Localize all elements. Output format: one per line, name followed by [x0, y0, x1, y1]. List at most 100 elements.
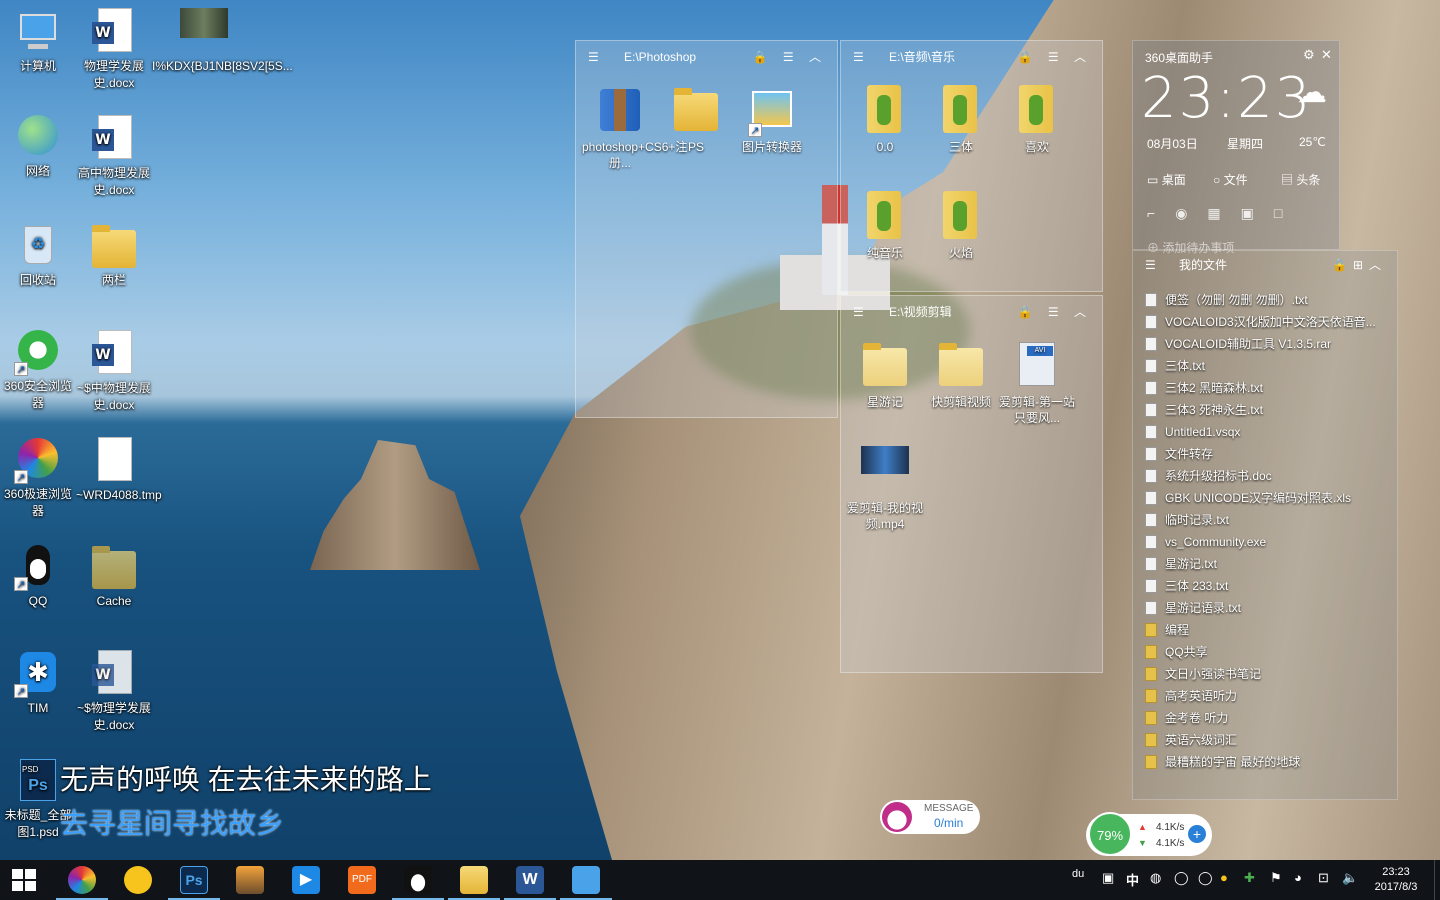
fence-item[interactable]: 纯音乐 [847, 191, 923, 261]
note-icon[interactable]: ▦ [1207, 205, 1240, 221]
file-list-item[interactable]: vs_Community.exe [1133, 531, 1397, 553]
assistant-tab-desktop[interactable]: ▭ 桌面 [1147, 171, 1186, 188]
taskbar-video-editor[interactable]: ▶ [280, 860, 332, 900]
tray-app-icon[interactable]: ▣ [1102, 870, 1114, 886]
fence-item[interactable]: 爱剪辑-我的视频.mp4 [847, 446, 923, 532]
taskbar-tim[interactable] [560, 860, 612, 900]
file-list-item[interactable]: 便签（勿删 勿删 勿删）.txt [1133, 289, 1397, 311]
assistant-tab-files[interactable]: ○ 文件 [1213, 171, 1248, 188]
desktop-icon-word-doc[interactable]: W ~$中物理发展史.docx [76, 330, 152, 414]
assistant-tab-news[interactable]: ▤ 头条 [1281, 171, 1320, 188]
file-list-item[interactable]: VOCALOID3汉化版加中文洛天依语音... [1133, 311, 1397, 333]
file-list-item[interactable]: 临时记录.txt [1133, 509, 1397, 531]
file-list-item[interactable]: QQ共享 [1133, 641, 1397, 663]
desktop-icon-word-doc[interactable]: W ~$物理学发展史.docx [76, 650, 152, 734]
file-list-item[interactable]: 金考卷 听力 [1133, 707, 1397, 729]
fence-photoshop[interactable]: ☰ E:\Photoshop 🔒 ☰ ︿ photoshop+CS6+注册...… [575, 40, 838, 418]
fence-video[interactable]: ☰ E:\视频剪辑 🔒 ☰ ︿ 星游记 快剪辑视频 AVI 爱剪辑-第一站 只要风… [840, 295, 1103, 673]
file-list-item[interactable]: 三体.txt [1133, 355, 1397, 377]
desktop-icon-word-doc[interactable]: W 物理学发展史.docx [76, 8, 152, 92]
desktop-icon-qq[interactable]: ↗ QQ [0, 543, 76, 610]
fence-tools[interactable]: 🔒 ☰ ︿ [1018, 41, 1092, 73]
file-list-item[interactable]: 三体3 死神永生.txt [1133, 399, 1397, 421]
show-desktop-button[interactable] [1434, 860, 1440, 900]
360-desktop-assistant[interactable]: 360桌面助手 ⚙ ✕ 23:23 ☁ 08月03日 星期四 25℃ ▭ 桌面 … [1132, 40, 1340, 255]
taskbar-qq[interactable] [392, 860, 444, 900]
desktop-icon-folder[interactable]: 两栏 [76, 222, 152, 289]
360-tray-icon[interactable]: ✚ [1244, 870, 1255, 886]
taskbar-kugou[interactable] [112, 860, 164, 900]
qq-tray-icon[interactable]: ◕ [1294, 870, 1302, 885]
taskbar-app[interactable] [224, 860, 276, 900]
menu-icon[interactable]: ☰ [1145, 251, 1156, 279]
fence-item[interactable]: 0.0 [847, 85, 923, 155]
taskbar-clock[interactable]: 23:23 2017/8/3 [1368, 865, 1424, 895]
close-icon[interactable]: ✕ [1321, 47, 1332, 63]
desktop-icon-tmp-file[interactable]: ~WRD4088.tmp [76, 437, 162, 504]
fence-item[interactable]: 快剪辑视频 [923, 340, 999, 410]
desktop-icon-360-browser[interactable]: ↗ 360安全浏览器 [0, 328, 76, 412]
volume-icon[interactable]: 🔈 [1342, 870, 1358, 886]
file-list-item[interactable]: 文件转存 [1133, 443, 1397, 465]
file-list-item[interactable]: 英语六级词汇 [1133, 729, 1397, 751]
desktop-icon-computer[interactable]: 计算机 [0, 8, 76, 75]
fence-header[interactable]: ☰ E:\视频剪辑 🔒 ☰ ︿ [841, 296, 1102, 328]
desktop-icon-folder[interactable]: Cache [76, 543, 152, 610]
taskbar-file-explorer[interactable] [448, 860, 500, 900]
desktop-icon-network[interactable]: 网络 [0, 113, 76, 180]
fence-item[interactable]: ↗ 图片转换器 [734, 85, 810, 155]
wechat-icon[interactable]: ◍ [1150, 870, 1161, 886]
fence-item[interactable]: photoshop+CS6+注册... [582, 85, 687, 171]
fence-tools[interactable]: 🔒 ☰ ︿ [1018, 296, 1092, 328]
file-list-item[interactable]: 最糟糕的宇宙 最好的地球 [1133, 751, 1397, 773]
file-list-item[interactable]: 系统升级招标书.doc [1133, 465, 1397, 487]
eye-icon[interactable]: ◉ [1175, 205, 1207, 221]
file-list-item[interactable]: 文日小强读书笔记 [1133, 663, 1397, 685]
desktop-icon-word-doc[interactable]: W 高中物理发展史.docx [76, 115, 152, 199]
menu-icon[interactable]: ☰ [853, 296, 864, 328]
file-list-item[interactable]: 三体2 黑暗森林.txt [1133, 377, 1397, 399]
my-files-panel[interactable]: ☰ 我的文件 🔒⊞︿ 便签（勿删 勿删 勿删）.txt VOCALOID3汉化版加… [1132, 250, 1398, 800]
crop-icon[interactable]: ⌐ [1147, 205, 1175, 221]
file-list-item[interactable]: 星游记.txt [1133, 553, 1397, 575]
plus-icon[interactable]: + [1188, 825, 1206, 843]
tray-ring-icon[interactable]: ◯ [1174, 870, 1189, 886]
desktop-icon-360-speed-browser[interactable]: ↗ 360极速浏览器 [0, 436, 76, 520]
file-list-item[interactable]: 星游记语录.txt [1133, 597, 1397, 619]
kugou-tray-icon[interactable]: ● [1220, 870, 1228, 885]
taskbar-word[interactable]: W [504, 860, 556, 900]
settings-gear-icon[interactable]: ⚙ [1303, 47, 1315, 63]
my-files-header[interactable]: ☰ 我的文件 🔒⊞︿ [1133, 251, 1397, 279]
network-speed-widget[interactable]: 79% ▲ 4.1K/s ▼ 4.1K/s + [1086, 812, 1212, 856]
menu-icon[interactable]: ☰ [853, 41, 864, 73]
file-list-item[interactable]: VOCALOID辅助工具 V1.3.5.rar [1133, 333, 1397, 355]
fence-header[interactable]: ☰ E:\音频\音乐 🔒 ☰ ︿ [841, 41, 1102, 73]
file-list-item[interactable]: 高考英语听力 [1133, 685, 1397, 707]
message-widget[interactable]: MESSAGE 0/min [880, 800, 980, 834]
tray-ring-icon[interactable]: ◯ [1198, 870, 1213, 886]
fence-item[interactable]: PS [658, 85, 734, 155]
taskbar-360-speed-browser[interactable] [56, 860, 108, 900]
fence-item[interactable]: 三体 [923, 85, 999, 155]
fence-header[interactable]: ☰ E:\Photoshop 🔒 ☰ ︿ [576, 41, 837, 73]
fence-item[interactable]: 星游记 [847, 340, 923, 410]
baidu-icon[interactable]: du [1072, 868, 1084, 880]
taskbar-photoshop[interactable]: Ps [168, 860, 220, 900]
desktop-icon-image[interactable]: I%KDX{BJ1NB[8SV2[5S... [152, 8, 293, 75]
fence-item[interactable]: 火焰 [923, 191, 999, 261]
ime-indicator[interactable]: 中 [1126, 870, 1139, 889]
flag-icon[interactable]: ⚑ [1270, 870, 1282, 886]
menu-icon[interactable]: ☰ [588, 41, 599, 73]
taskbar-pdf[interactable]: PDF [336, 860, 388, 900]
start-button[interactable] [0, 860, 52, 900]
desktop-lyrics[interactable]: 无声的呼唤 在去往未来的路上 去寻星间寻找故乡 [60, 758, 432, 846]
my-files-tools[interactable]: 🔒⊞︿ [1332, 251, 1387, 279]
desktop-icon-recycle-bin[interactable]: ♻ 回收站 [0, 222, 76, 289]
file-list-item[interactable]: 编程 [1133, 619, 1397, 641]
fence-music[interactable]: ☰ E:\音频\音乐 🔒 ☰ ︿ 0.0 三体 喜欢 纯音乐 火焰 [840, 40, 1103, 292]
file-list-item[interactable]: GBK UNICODE汉字编码对照表.xls [1133, 487, 1397, 509]
clipboard-icon[interactable]: ▣ [1241, 205, 1274, 221]
network-icon[interactable]: ⊡ [1318, 870, 1329, 886]
file-list-item[interactable]: Untitled1.vsqx [1133, 421, 1397, 443]
window-icon[interactable]: □ [1274, 205, 1302, 221]
